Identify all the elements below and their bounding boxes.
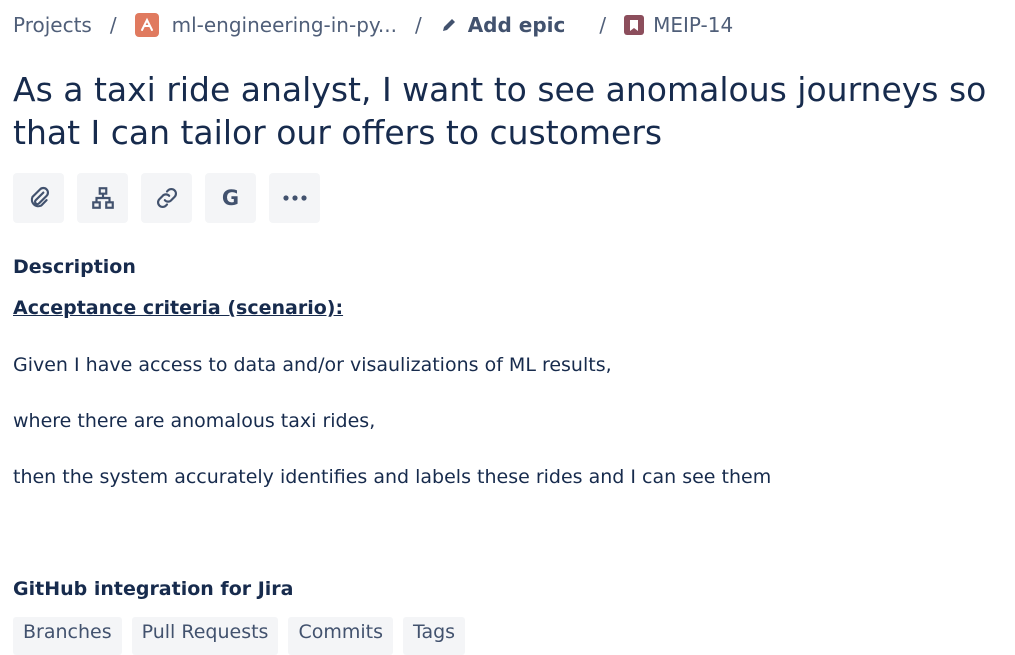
description-paragraph: Given I have access to data and/or visau… — [13, 354, 612, 376]
child-issue-icon — [91, 187, 114, 209]
issue-title[interactable]: As a taxi ride analyst, I want to see an… — [13, 68, 1013, 154]
issue-toolbar: G — [13, 173, 320, 223]
github-integration-heading: GitHub integration for Jira — [13, 578, 294, 600]
issue-key: MEIP-14 — [653, 13, 734, 37]
breadcrumb-separator: / — [599, 13, 607, 37]
attach-button[interactable] — [13, 173, 64, 223]
link-issue-button[interactable] — [141, 173, 192, 223]
breadcrumb: Projects / ml-engineering-in-py... / Add… — [13, 11, 1003, 39]
link-icon — [156, 188, 177, 208]
google-icon: G — [221, 186, 240, 210]
more-icon — [282, 195, 307, 201]
description-paragraph: where there are anomalous taxi rides, — [13, 410, 376, 432]
attachment-icon — [30, 186, 49, 208]
pencil-icon — [440, 16, 458, 34]
breadcrumb-separator: / — [109, 13, 117, 37]
project-avatar-icon — [134, 13, 159, 37]
breadcrumb-project-label: ml-engineering-in-py... — [171, 13, 397, 37]
story-icon — [624, 15, 645, 35]
tab-pull-requests[interactable]: Pull Requests — [131, 617, 279, 655]
tab-commits[interactable]: Commits — [288, 617, 393, 655]
tab-tags[interactable]: Tags — [403, 617, 466, 655]
acceptance-criteria-heading: Acceptance criteria (scenario): — [13, 297, 344, 319]
breadcrumb-separator: / — [414, 13, 422, 37]
breadcrumb-projects[interactable]: Projects — [13, 13, 92, 37]
description-heading: Description — [13, 256, 136, 278]
breadcrumb-project[interactable]: ml-engineering-in-py... — [134, 13, 397, 37]
tab-branches[interactable]: Branches — [13, 617, 122, 655]
github-tabs: Branches Pull Requests Commits Tags — [13, 617, 466, 655]
google-button[interactable]: G — [205, 173, 256, 223]
breadcrumb-issue[interactable]: MEIP-14 — [624, 13, 733, 37]
add-epic-button[interactable]: Add epic — [440, 13, 566, 37]
add-epic-label: Add epic — [467, 13, 566, 37]
more-actions-button[interactable] — [269, 173, 320, 223]
add-child-issue-button[interactable] — [77, 173, 128, 223]
description-paragraph: then the system accurately identifies an… — [13, 466, 772, 488]
